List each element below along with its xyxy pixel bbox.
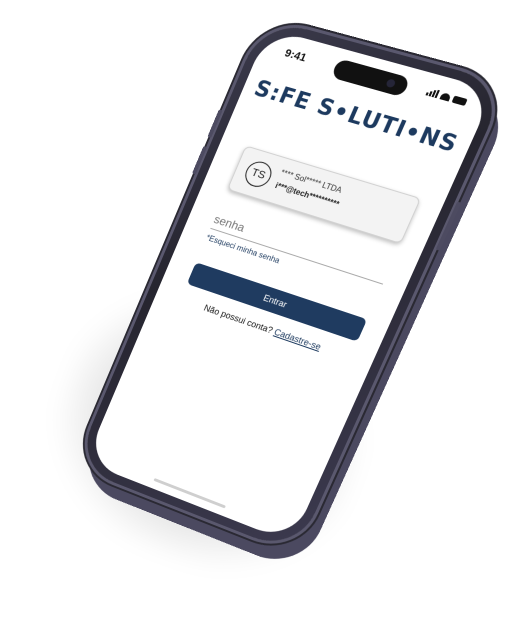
status-time: 9:41	[283, 47, 308, 64]
dynamic-island	[331, 58, 411, 97]
signup-link[interactable]: Cadastre-se	[273, 327, 323, 352]
battery-icon	[451, 96, 467, 106]
status-icons	[425, 87, 468, 106]
phone-screen: 9:41 S:FE S•LUTI•NS TS **** Sol***** LTD…	[85, 28, 495, 542]
home-indicator	[153, 478, 225, 508]
signal-icon	[425, 87, 439, 98]
camera-icon	[385, 78, 396, 88]
volume-down-button	[192, 146, 207, 174]
avatar: TS	[241, 159, 275, 190]
phone-wrap: 9:41 S:FE S•LUTI•NS TS **** Sol***** LTD…	[60, 10, 480, 570]
volume-up-button	[207, 109, 222, 138]
wifi-icon	[439, 92, 451, 101]
brand-logo: S:FE S•LUTI•NS	[240, 73, 474, 161]
mockup-stage: 9:41 S:FE S•LUTI•NS TS **** Sol***** LTD…	[0, 0, 522, 631]
phone-frame: 9:41 S:FE S•LUTI•NS TS **** Sol***** LTD…	[74, 18, 508, 555]
